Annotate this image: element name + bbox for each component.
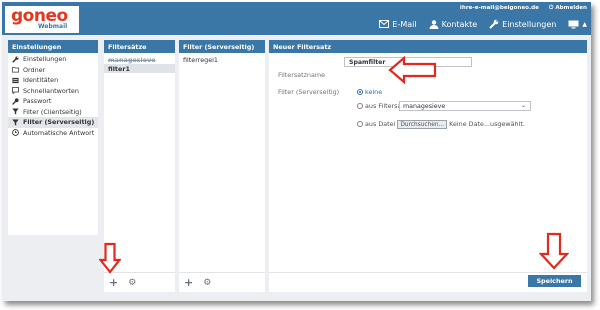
menu-item-label: Passwort	[23, 97, 52, 106]
main-nav: E-Mail Kontakte Einstellungen ▲	[379, 19, 587, 29]
filter-icon	[12, 108, 19, 115]
chevron-up-icon: ▲	[582, 20, 587, 28]
id-card-icon	[12, 77, 19, 84]
key-icon	[12, 98, 19, 105]
logout-link[interactable]: ⏻ Abmelden	[549, 5, 587, 12]
menu-item-label: Ordner	[23, 65, 46, 74]
clock-icon	[12, 129, 19, 137]
nav-settings[interactable]: Einstellungen	[489, 19, 556, 29]
wrench-icon	[12, 56, 19, 63]
menu-item-label: Einstellungen	[23, 55, 67, 64]
radio-none[interactable]: keine	[357, 88, 382, 96]
browse-button[interactable]: Durchsuchen...	[397, 120, 448, 129]
nav-contacts-label: Kontakte	[441, 19, 478, 29]
menu-item-label: Filter (Clientseitig)	[23, 107, 82, 116]
nav-email[interactable]: E-Mail	[379, 19, 417, 29]
menu-item-label: Identitäten	[23, 76, 59, 85]
filters-panel: Filter (Serverseitig) filterregel1 + ⚙	[179, 40, 265, 292]
menu-item-quick-replies[interactable]: Schnellantworten	[8, 86, 98, 97]
filtersets-list: managesieve filter1	[104, 53, 175, 73]
power-icon: ⏻	[548, 5, 554, 11]
filterset-name-label: Filtersatzname	[278, 71, 326, 79]
settings-header: Einstellungen	[8, 40, 98, 53]
filters-list: filterregel1	[179, 53, 265, 64]
radio-none-label: keine	[365, 88, 383, 96]
new-filterset-header: Neuer Filtersatz	[269, 40, 587, 53]
filterset-item-managesieve[interactable]: managesieve	[104, 55, 175, 64]
menu-item-filter-server[interactable]: Filter (Serverseitig)	[8, 117, 98, 128]
filterset-item-filter1[interactable]: filter1	[104, 64, 175, 73]
radio-button-checked[interactable]	[357, 89, 363, 95]
settings-menu: Einstellungen Ordner Identitäten Schnell…	[8, 53, 98, 138]
arrow-down-annotation	[99, 242, 121, 274]
filtersets-toolbar: + ⚙	[104, 272, 175, 292]
envelope-icon	[379, 20, 390, 28]
comment-icon	[12, 87, 19, 95]
account-email: ihre-e-mail@beigoneo.de	[459, 5, 539, 11]
menu-item-auto-reply[interactable]: Automatische Antwort	[8, 128, 98, 139]
menu-item-folders[interactable]: Ordner	[8, 65, 98, 76]
account-bar: ihre-e-mail@beigoneo.de ⏻ Abmelden	[460, 5, 587, 12]
monitor-icon	[568, 20, 579, 28]
filter-source-label: Filter (Serverseitig)	[278, 88, 340, 96]
menu-item-identities[interactable]: Identitäten	[8, 75, 98, 86]
nav-settings-label: Einstellungen	[502, 19, 557, 29]
contacts-icon	[429, 19, 439, 29]
filterset-select-value: managesieve	[403, 103, 446, 110]
menu-item-label: Filter (Serverseitig)	[23, 118, 95, 127]
no-file-text: Keine Date...usgewählt.	[449, 120, 525, 128]
filtersets-header: Filtersätze	[104, 40, 175, 53]
webmail-window: goneo Webmail ihre-e-mail@beigoneo.de ⏻ …	[2, 2, 591, 301]
gear-icon[interactable]: ⚙	[203, 278, 211, 288]
settings-panel: Einstellungen Einstellungen Ordner Ident…	[8, 40, 98, 235]
display-menu[interactable]: ▲	[568, 20, 587, 29]
radio-from-file-label: aus Datei	[365, 120, 396, 128]
folder-icon	[12, 66, 19, 73]
radio-button[interactable]	[357, 121, 363, 127]
nav-contacts[interactable]: Kontakte	[429, 19, 478, 29]
filter-icon	[12, 119, 19, 126]
menu-item-password[interactable]: Passwort	[8, 96, 98, 107]
radio-from-file[interactable]: aus Datei Durchsuchen... Keine Date...us…	[357, 120, 525, 129]
menu-item-label: Automatische Antwort	[23, 128, 95, 137]
chevron-down-icon: ⌄	[520, 102, 526, 109]
nav-email-label: E-Mail	[392, 19, 417, 29]
menu-item-settings[interactable]: Einstellungen	[8, 54, 98, 65]
wrench-icon	[489, 19, 499, 29]
save-button[interactable]: Speichern	[528, 275, 581, 287]
filters-toolbar: + ⚙	[179, 272, 265, 292]
filter-item-filterregel1[interactable]: filterregel1	[179, 55, 265, 64]
arrow-left-annotation	[388, 56, 437, 84]
add-icon[interactable]: +	[109, 276, 118, 289]
menu-item-filter-client[interactable]: Filter (Clientseitig)	[8, 107, 98, 118]
top-header: goneo Webmail ihre-e-mail@beigoneo.de ⏻ …	[2, 2, 591, 35]
logo-subtitle: Webmail	[38, 23, 68, 30]
filterset-select[interactable]: managesieve ⌄	[399, 101, 531, 111]
gear-icon[interactable]: ⚙	[128, 278, 136, 288]
arrow-down-annotation	[539, 232, 569, 270]
goneo-logo[interactable]: goneo Webmail	[5, 6, 79, 33]
filters-header: Filter (Serverseitig)	[179, 40, 265, 53]
logout-label: Abmelden	[555, 5, 587, 11]
radio-button[interactable]	[357, 103, 363, 109]
menu-item-label: Schnellantworten	[23, 86, 79, 95]
add-icon[interactable]: +	[184, 276, 193, 289]
